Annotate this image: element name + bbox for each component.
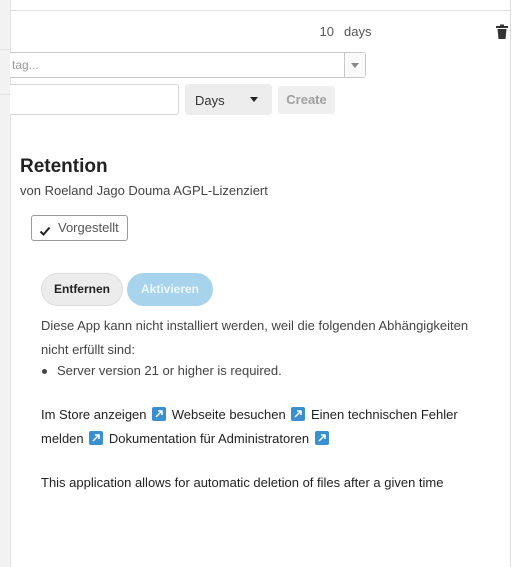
panel-border xyxy=(510,0,511,567)
tag-select[interactable]: tag... xyxy=(10,52,366,78)
app-title: Retention xyxy=(20,156,108,177)
external-link-icon xyxy=(89,431,104,445)
tag-select-placeholder: tag... xyxy=(12,58,39,72)
remove-app-button[interactable]: Entfernen xyxy=(41,273,123,306)
trash-icon[interactable] xyxy=(495,24,509,40)
time-unit-selected: Days xyxy=(195,93,225,108)
sidebar-divider xyxy=(0,94,10,95)
website-link[interactable]: Webseite besuchen xyxy=(172,407,308,422)
featured-badge-label: Vorgestellt xyxy=(58,220,119,235)
table-divider xyxy=(10,10,510,11)
website-link-label: Webseite besuchen xyxy=(171,407,286,422)
admin-docs-link-label: Dokumentation für Administratoren xyxy=(108,431,310,446)
store-link-label: Im Store anzeigen xyxy=(41,407,147,422)
external-link-icon xyxy=(152,407,167,421)
check-icon xyxy=(39,221,51,236)
time-unit-select[interactable]: Days xyxy=(185,84,272,115)
external-link-icon xyxy=(291,407,306,421)
retention-days-value: 10 xyxy=(319,24,334,39)
retention-days-unit: days xyxy=(344,24,372,39)
enable-app-button[interactable]: Aktivieren xyxy=(127,273,213,306)
app-author-license: von Roeland Jago Douma AGPL-Lizenziert xyxy=(20,183,268,198)
create-rule-button[interactable]: Create xyxy=(278,86,335,114)
app-links: Im Store anzeigen Webseite besuchen Eine… xyxy=(41,403,491,451)
store-link[interactable]: Im Store anzeigen xyxy=(41,407,168,422)
featured-badge: Vorgestellt xyxy=(31,215,128,241)
admin-docs-link[interactable]: Dokumentation für Administratoren xyxy=(109,431,331,446)
dependency-item: Server version 21 or higher is required. xyxy=(41,362,282,380)
dependency-warning: Diese App kann nicht installiert werden,… xyxy=(41,318,469,357)
sidebar-divider xyxy=(0,49,10,50)
days-amount-input[interactable] xyxy=(10,84,179,115)
chevron-down-icon[interactable] xyxy=(344,53,365,77)
external-link-icon xyxy=(314,431,329,445)
app-description: This application allows for automatic de… xyxy=(41,475,444,490)
chevron-down-icon xyxy=(250,97,258,102)
